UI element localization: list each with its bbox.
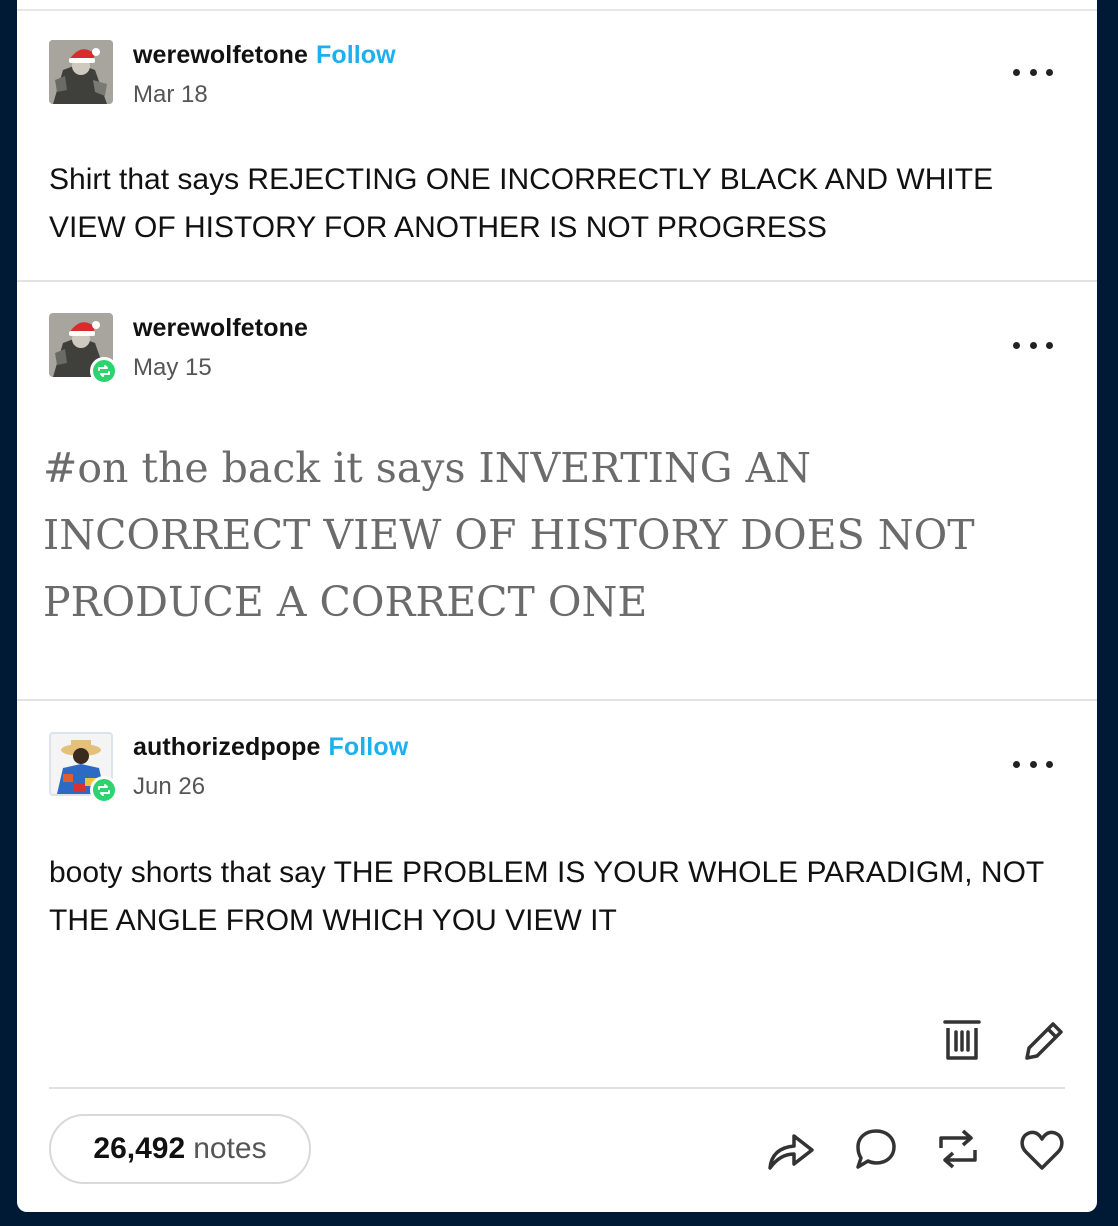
reblog-badge-icon <box>90 357 118 385</box>
username-link[interactable]: authorizedpope <box>133 733 321 761</box>
divider <box>49 1087 1065 1089</box>
notes-count-button[interactable]: 26,492 notes <box>49 1114 311 1184</box>
post-date[interactable]: Jun 26 <box>133 773 205 801</box>
more-options-icon[interactable] <box>1013 338 1053 352</box>
post-author: werewolfetone <box>133 314 308 343</box>
post-author: werewolfetone Follow <box>133 41 396 70</box>
post-tags[interactable]: #on the back it says INVERTING AN INCORR… <box>43 435 1073 636</box>
post-text: booty shorts that say THE PROBLEM IS YOU… <box>49 856 1044 937</box>
heart-icon[interactable] <box>1018 1126 1066 1172</box>
share-icon[interactable] <box>766 1126 816 1172</box>
pencil-icon[interactable] <box>1021 1016 1069 1064</box>
reblog-badge-icon <box>90 776 118 804</box>
post-author: authorizedpope Follow <box>133 733 408 762</box>
notes-count: 26,492 <box>93 1132 186 1165</box>
username-link[interactable]: werewolfetone <box>133 41 308 69</box>
post-date[interactable]: May 15 <box>133 354 212 382</box>
avatar[interactable] <box>49 40 113 104</box>
post-text: Shirt that says REJECTING ONE INCORRECTL… <box>49 163 994 244</box>
post-date[interactable]: Mar 18 <box>133 81 208 109</box>
username-link[interactable]: werewolfetone <box>133 314 308 342</box>
divider <box>17 699 1097 701</box>
more-options-icon[interactable] <box>1013 65 1053 79</box>
comment-icon[interactable] <box>853 1126 899 1172</box>
more-options-icon[interactable] <box>1013 757 1053 771</box>
reblog-icon[interactable] <box>935 1126 981 1172</box>
follow-button[interactable]: Follow <box>316 41 396 69</box>
follow-button[interactable]: Follow <box>329 733 409 761</box>
trash-icon[interactable] <box>942 1016 982 1064</box>
post-card: werewolfetone Follow Mar 18 Shirt that sa… <box>17 0 1097 1212</box>
divider <box>17 9 1097 11</box>
divider <box>17 280 1097 282</box>
notes-label: notes <box>193 1132 267 1165</box>
